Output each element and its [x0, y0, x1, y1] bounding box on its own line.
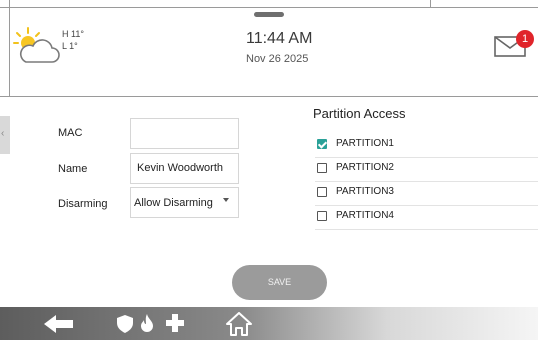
partition-access-title: Partition Access — [313, 106, 406, 121]
partition4-checkbox[interactable] — [317, 211, 327, 221]
medical-cross-icon[interactable] — [166, 314, 184, 332]
disarming-label: Disarming — [58, 198, 108, 210]
temperature-readout: H 11° L 1° — [62, 28, 84, 52]
partition-row-2[interactable]: PARTITION2 — [315, 158, 538, 182]
save-button[interactable]: SAVE — [232, 265, 327, 300]
partition3-label: PARTITION3 — [336, 186, 394, 197]
side-panel-tab[interactable]: ‹ — [0, 116, 10, 154]
chevron-left-icon: ‹ — [1, 128, 5, 139]
disarming-select[interactable]: Allow Disarming — [130, 187, 239, 218]
messages-badge: 1 — [516, 30, 534, 48]
weather-widget[interactable] — [12, 26, 62, 66]
partly-cloudy-icon — [13, 27, 60, 63]
dropdown-caret-icon — [223, 198, 229, 202]
partition-row-3[interactable]: PARTITION3 — [315, 182, 538, 206]
partition3-checkbox[interactable] — [317, 187, 327, 197]
mac-field[interactable] — [130, 118, 239, 149]
partition-row-1[interactable]: PARTITION1 — [315, 134, 538, 158]
disarming-select-value: Allow Disarming — [134, 197, 213, 209]
back-arrow-icon[interactable] — [44, 315, 74, 333]
partition1-label: PARTITION1 — [336, 138, 394, 149]
status-header: H 11° L 1° 11:44 AM Nov 26 2025 1 — [0, 0, 538, 96]
mac-label: MAC — [58, 127, 83, 139]
header-divider — [0, 96, 538, 97]
temp-low: L 1° — [62, 41, 78, 51]
partition2-checkbox[interactable] — [317, 163, 327, 173]
bottom-navigation-bar — [0, 307, 538, 340]
shield-icon[interactable] — [117, 315, 133, 333]
partition2-label: PARTITION2 — [336, 162, 394, 173]
pull-down-handle[interactable] — [254, 12, 284, 17]
name-label: Name — [58, 163, 88, 175]
temp-high: H 11° — [62, 29, 84, 39]
partition1-checkbox[interactable] — [317, 139, 327, 149]
name-field[interactable]: Kevin Woodworth — [130, 153, 239, 184]
partition-row-4[interactable]: PARTITION4 — [315, 206, 538, 230]
fire-icon[interactable] — [139, 314, 155, 333]
partition4-label: PARTITION4 — [336, 210, 394, 221]
home-icon[interactable] — [226, 312, 252, 336]
row-divider — [315, 229, 538, 230]
clock-date: Nov 26 2025 — [246, 53, 309, 65]
clock-time: 11:44 AM — [246, 30, 313, 47]
